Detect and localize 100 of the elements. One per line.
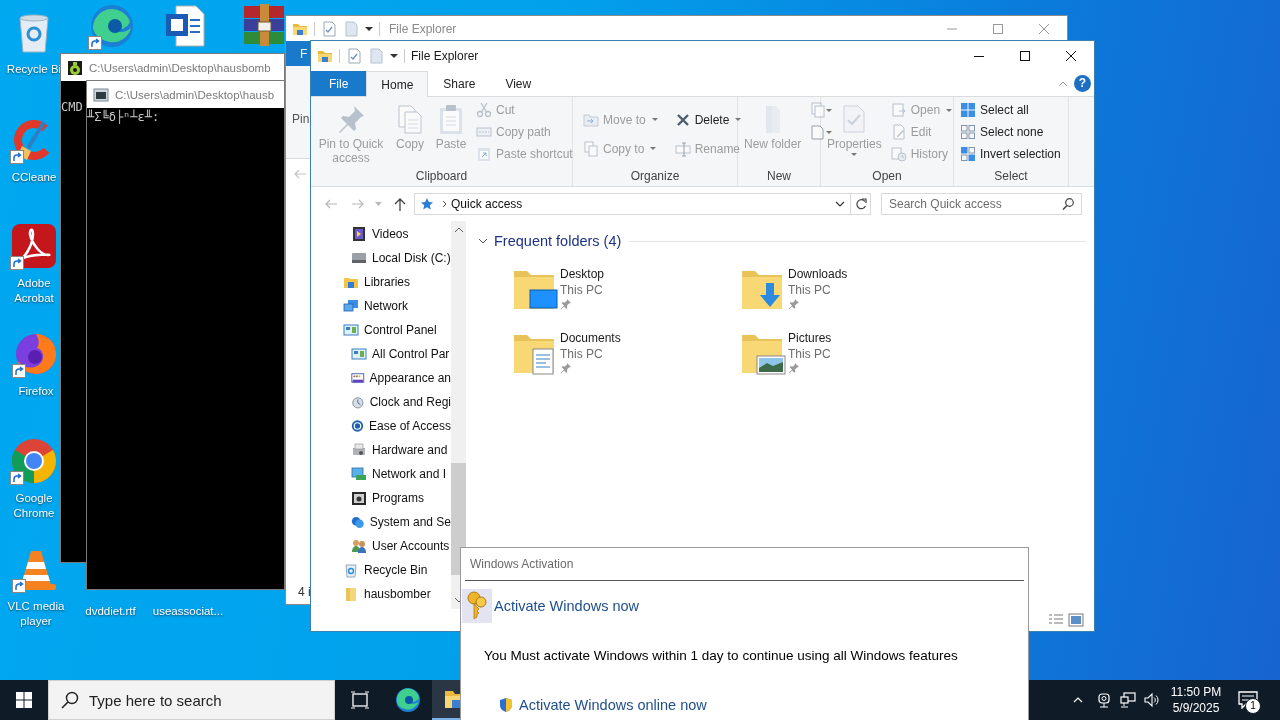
network-icon[interactable] xyxy=(1120,692,1136,708)
folder-name[interactable]: Downloads xyxy=(788,266,848,282)
large-icons-view-button[interactable] xyxy=(1068,613,1084,627)
status-text: 4 i xyxy=(297,585,310,599)
ribbon-tab[interactable]: Share xyxy=(428,71,491,96)
nav-item[interactable]: Videos xyxy=(311,222,451,246)
back-arrow-icon xyxy=(294,169,306,179)
message-icon[interactable] xyxy=(1238,691,1258,709)
search-field[interactable]: Search Quick access xyxy=(881,193,1082,215)
ribbon-tab[interactable]: Home xyxy=(366,71,429,97)
breadcrumb-item[interactable]: Quick access xyxy=(447,197,527,211)
video-icon xyxy=(351,226,367,242)
nav-item[interactable]: All Control Par xyxy=(311,342,451,366)
refresh-button[interactable] xyxy=(850,194,870,214)
nav-item[interactable]: Libraries xyxy=(311,270,451,294)
clock-button[interactable]: 11:50 PM 5/9/2025 xyxy=(1164,680,1228,720)
nav-item[interactable]: Local Disk (C:) xyxy=(311,246,451,270)
search-field[interactable]: Type here to search xyxy=(48,680,335,720)
minimize-icon[interactable] xyxy=(974,55,984,57)
printer-icon xyxy=(351,442,367,458)
pdf-icon[interactable] xyxy=(10,222,58,270)
forward-arrow-icon[interactable] xyxy=(351,199,364,209)
window-title: C:\Users\admin\Desktop\hausb xyxy=(115,88,275,101)
browser-icon[interactable] xyxy=(395,687,421,713)
ribbon-tab[interactable]: View xyxy=(490,71,547,96)
notification-badge: 1 xyxy=(1245,698,1261,714)
window-title: File Explorer xyxy=(411,49,479,63)
checklist-icon xyxy=(346,48,362,64)
nav-item[interactable]: User Accounts xyxy=(311,534,451,558)
drive-icon xyxy=(351,250,367,266)
collapse-ribbon-button[interactable] xyxy=(1058,80,1068,87)
network-icon xyxy=(343,298,359,314)
search-icon xyxy=(61,691,79,709)
section-header[interactable]: Frequent folders (4) xyxy=(478,233,622,249)
folder-name[interactable]: Desktop xyxy=(560,266,605,282)
nav-item[interactable]: System and Se xyxy=(311,510,451,534)
back-arrow-icon[interactable] xyxy=(324,199,337,209)
nav-item[interactable]: Clock and Regi xyxy=(311,390,451,414)
chevron-up-icon xyxy=(1058,80,1068,87)
nav-item[interactable]: Control Panel xyxy=(311,318,451,342)
nav-item[interactable]: Network xyxy=(311,294,451,318)
dialog-heading: Activate Windows now xyxy=(494,598,640,614)
details-view-icon xyxy=(1048,613,1064,627)
browser-icon[interactable] xyxy=(88,2,136,50)
nav-item[interactable]: Hardware and xyxy=(311,438,451,462)
search-icon xyxy=(1062,198,1074,210)
delete-icon[interactable] xyxy=(674,111,691,128)
activation-link[interactable]: Activate Windows online now xyxy=(519,697,707,713)
nav-item[interactable]: Recycle Bin xyxy=(311,558,451,582)
help-button[interactable]: ? xyxy=(1074,75,1091,92)
chevron-up-icon[interactable] xyxy=(1073,697,1083,703)
details-view-button[interactable] xyxy=(1048,613,1064,627)
volume-icon[interactable] xyxy=(1144,692,1160,708)
notification-button[interactable]: 1 xyxy=(1228,680,1268,720)
caret-icon[interactable] xyxy=(390,53,398,59)
select-all-icon[interactable] xyxy=(960,102,976,118)
program-icon xyxy=(351,490,367,506)
monitor-icon xyxy=(351,466,367,482)
browser-icon[interactable] xyxy=(10,437,58,485)
group-label: Select xyxy=(993,169,1029,185)
maximize-icon[interactable] xyxy=(1020,51,1030,61)
file-menu-tab[interactable]: File xyxy=(311,71,367,96)
clock-icon xyxy=(351,394,365,410)
dialog-message: You Must activate Windows within 1 day to continue using all Windows features xyxy=(484,647,959,665)
folder-location: This PC xyxy=(560,346,603,362)
caret-icon[interactable] xyxy=(365,25,373,32)
folder-icon xyxy=(317,48,333,64)
nav-item[interactable]: Ease of Access xyxy=(311,414,451,438)
palette-icon xyxy=(351,370,365,386)
console-output: CMD xyxy=(61,100,83,114)
nav-item[interactable]: Network and I xyxy=(311,462,451,486)
nav-item[interactable]: hausbomber xyxy=(311,582,451,606)
folder-name[interactable]: Pictures xyxy=(788,330,832,346)
file-menu-tab[interactable]: F xyxy=(286,41,310,66)
recycle-bin-icon xyxy=(343,562,359,578)
ribbon-button[interactable]: Invert selection xyxy=(957,143,1064,165)
dialog-title: Windows Activation xyxy=(469,556,575,573)
back-button[interactable] xyxy=(294,169,306,179)
close-icon[interactable] xyxy=(1066,51,1076,61)
scrollbar-thumb[interactable] xyxy=(451,463,466,575)
task-view-icon[interactable] xyxy=(350,691,370,709)
invert-selection-icon[interactable] xyxy=(960,146,976,162)
folder-location: This PC xyxy=(788,282,831,298)
control-panel-icon xyxy=(351,346,367,362)
console-output: ╨Σ╚δ├ⁿ┴ε╨: xyxy=(87,110,160,124)
select-none-icon[interactable] xyxy=(960,124,976,140)
folder-name[interactable]: Documents xyxy=(560,330,621,346)
window-title: File Explorer xyxy=(389,21,457,36)
ribbon-button[interactable]: Select none xyxy=(957,121,1064,143)
caret-up-icon xyxy=(454,227,463,232)
users-icon xyxy=(351,538,367,554)
nav-item[interactable]: Programs xyxy=(311,486,451,510)
chevron-icon xyxy=(442,200,447,208)
chevron-icon[interactable] xyxy=(478,236,488,246)
group-label: Clipboard xyxy=(414,169,469,185)
ribbon-button[interactable]: Select all xyxy=(957,99,1064,121)
nav-item[interactable]: Appearance an xyxy=(311,366,451,390)
video-call-icon[interactable] xyxy=(1096,692,1112,708)
chevron-down-icon xyxy=(835,201,845,207)
star-icon xyxy=(420,197,434,211)
